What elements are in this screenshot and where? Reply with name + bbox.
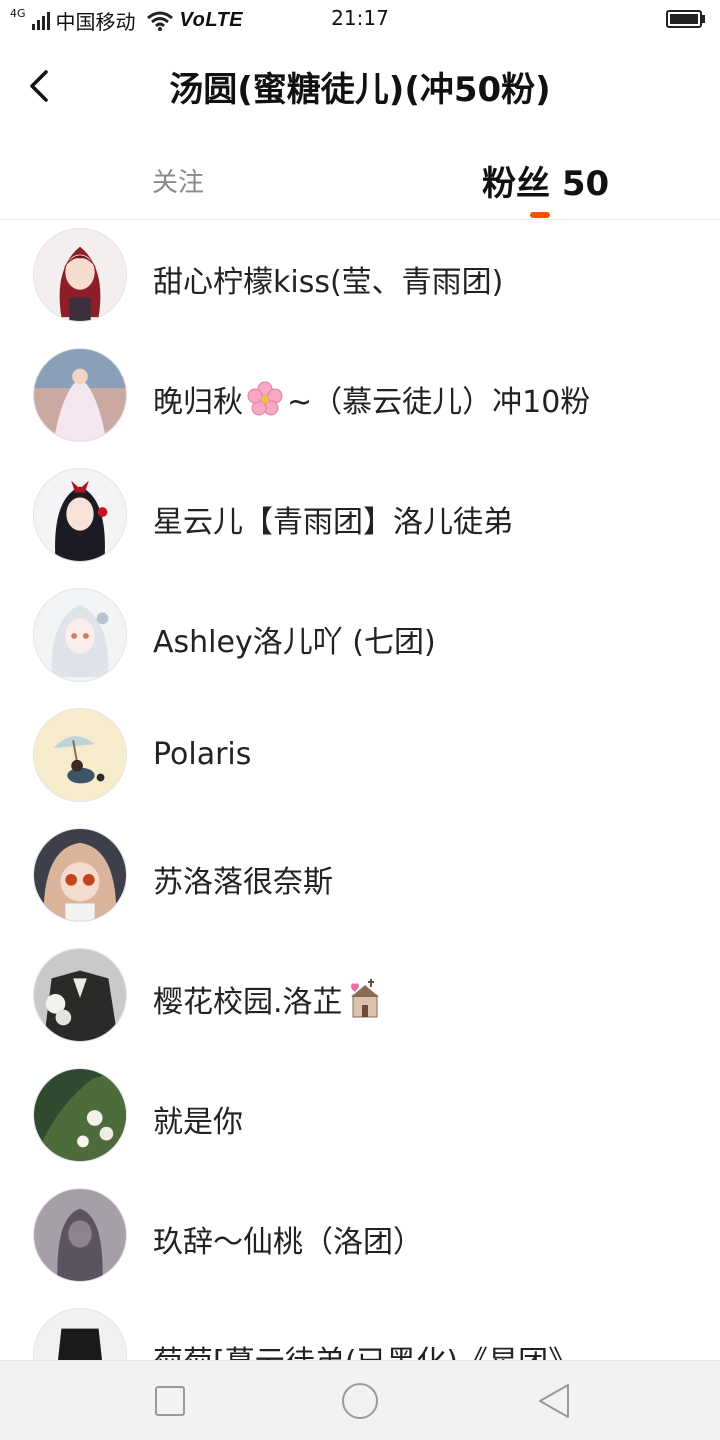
fan-name-text: 樱花校园.洛芷 [153, 985, 343, 1020]
list-item[interactable]: 樱花校园.洛芷 [0, 941, 720, 1061]
page-title: 汤圆(蜜糖徒儿)(冲50粉) [169, 70, 551, 110]
tab-active-indicator [530, 212, 550, 218]
list-item[interactable]: Ashley洛儿吖 (七团) [0, 581, 720, 701]
fan-name-suffix: ~（慕云徒儿）冲10粉 [287, 385, 591, 420]
fan-nickname: 菊菊[慕云徒弟(已黑化)《星团》 [153, 1337, 578, 1360]
list-item[interactable]: 星云儿【青雨团】洛儿徒弟 [0, 461, 720, 581]
tab-fans[interactable]: 粉丝 50 [482, 156, 609, 204]
tab-follow[interactable]: 关注 [152, 162, 204, 206]
fan-nickname: Polaris [153, 737, 251, 772]
list-item[interactable]: 就是你 [0, 1061, 720, 1181]
fan-nickname: 苏洛落很奈斯 [153, 857, 333, 901]
fan-nickname: 甜心柠檬kiss(莹、青雨团) [153, 257, 503, 301]
fan-name-text: Polaris [153, 737, 252, 772]
fan-nickname: 就是你 [153, 1097, 243, 1141]
fan-nickname: 星云儿【青雨团】洛儿徒弟 [153, 497, 513, 541]
screen: 4G 中国移动 VoLTE 21:17 汤圆(蜜糖徒儿)(冲50粉) 关注 粉丝… [0, 0, 720, 1440]
avatar[interactable] [33, 708, 127, 802]
fan-name-text: 就是你 [153, 1105, 243, 1140]
list-item[interactable]: 玖辞～仙桃（洛团） [0, 1181, 720, 1301]
battery-icon [666, 10, 705, 28]
avatar[interactable] [33, 1308, 127, 1360]
avatar[interactable] [33, 468, 127, 562]
header: 汤圆(蜜糖徒儿)(冲50粉) [0, 38, 720, 136]
avatar[interactable] [33, 588, 127, 682]
fan-name-text: 苏洛落很奈斯 [153, 865, 333, 900]
list-item[interactable]: Polaris [0, 701, 720, 821]
fan-name-text: 晚归秋 [153, 385, 243, 420]
fan-nickname: 晚归秋 ~（慕云徒儿）冲10粉 [153, 377, 590, 421]
list-item[interactable]: 甜心柠檬kiss(莹、青雨团) [0, 221, 720, 341]
avatar[interactable] [33, 348, 127, 442]
status-bar: 4G 中国移动 VoLTE 21:17 [0, 0, 720, 38]
square-icon[interactable] [150, 1381, 190, 1421]
fan-name-text: 菊菊[慕云徒弟(已黑化)《星团》 [153, 1337, 578, 1360]
tab-bar: 关注 粉丝 50 [0, 136, 720, 220]
fans-list: 甜心柠檬kiss(莹、青雨团) 晚归秋 ~（慕云徒儿）冲10粉 星云儿【青雨团】… [0, 221, 720, 1360]
cherry-blossom-icon [247, 381, 283, 416]
triangle-back-icon[interactable] [534, 1381, 574, 1421]
avatar[interactable] [33, 828, 127, 922]
avatar[interactable] [33, 1068, 127, 1162]
avatar[interactable] [33, 228, 127, 322]
fan-name-text: 玖辞～仙桃（洛团） [153, 1225, 423, 1260]
fan-nickname: Ashley洛儿吖 (七团) [153, 617, 436, 661]
list-item[interactable]: 苏洛落很奈斯 [0, 821, 720, 941]
fan-name-text: 星云儿【青雨团】洛儿徒弟 [153, 505, 513, 540]
fan-nickname: 樱花校园.洛芷 [153, 977, 387, 1021]
navigation-bar [0, 1360, 720, 1440]
wedding-chapel-icon [350, 979, 379, 1018]
fan-name-text: Ashley洛儿吖 (七团) [153, 625, 436, 660]
list-item[interactable]: 菊菊[慕云徒弟(已黑化)《星团》 [0, 1301, 720, 1360]
status-time: 21:17 [331, 6, 389, 30]
avatar[interactable] [33, 948, 127, 1042]
fan-name-text: 甜心柠檬kiss(莹、青雨团) [153, 265, 504, 300]
fan-nickname: 玖辞～仙桃（洛团） [153, 1217, 423, 1261]
avatar[interactable] [33, 1188, 127, 1282]
list-item[interactable]: 晚归秋 ~（慕云徒儿）冲10粉 [0, 341, 720, 461]
circle-icon[interactable] [340, 1381, 380, 1421]
